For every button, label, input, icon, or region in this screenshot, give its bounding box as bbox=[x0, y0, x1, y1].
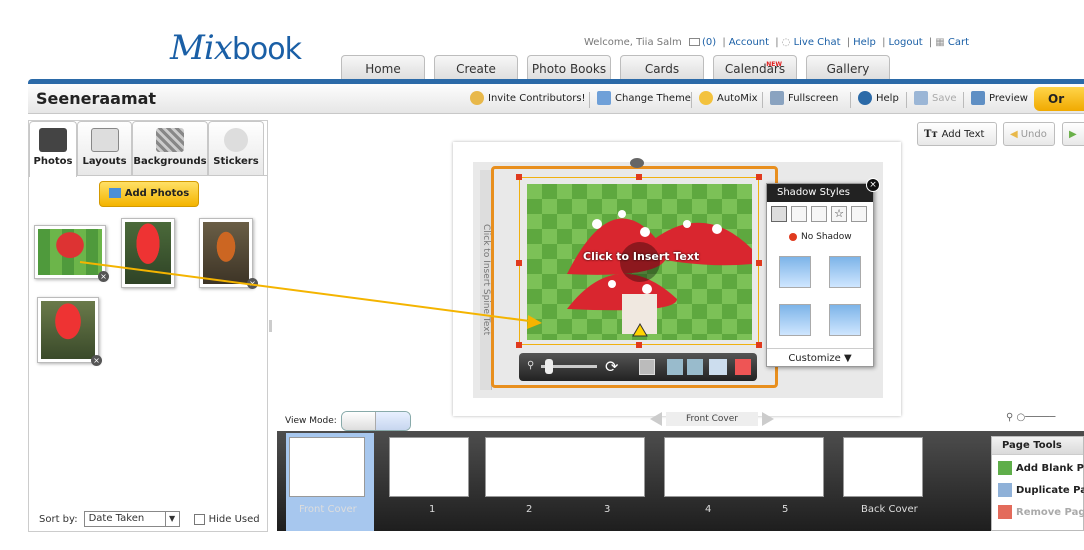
page-label: 5 bbox=[782, 504, 789, 515]
page-thumbnail[interactable] bbox=[485, 437, 645, 497]
page-tools-title: Page Tools bbox=[992, 437, 1083, 455]
remove-page-button[interactable]: Remove Pag bbox=[998, 505, 1084, 519]
page-label: 3 bbox=[604, 504, 611, 515]
view-mode-label: View Mode: bbox=[285, 416, 337, 426]
view-mode: View Mode: bbox=[285, 411, 411, 431]
page-thumbnail[interactable] bbox=[389, 437, 469, 497]
page-label: 1 bbox=[429, 504, 436, 515]
add-page-icon bbox=[998, 461, 1012, 475]
page-label: 2 bbox=[526, 504, 533, 515]
page-label: 4 bbox=[705, 504, 712, 515]
page-label: Back Cover bbox=[861, 504, 918, 515]
page-filmstrip: Front Cover 1 2 3 4 5 Back Cover bbox=[277, 431, 1084, 531]
remove-page-icon bbox=[998, 505, 1012, 519]
current-page-label: Front Cover bbox=[666, 412, 758, 426]
page-thumbnail[interactable] bbox=[664, 437, 824, 497]
previous-page-arrow[interactable] bbox=[650, 412, 662, 426]
page-thumbnail[interactable] bbox=[843, 437, 923, 497]
page-label: Front Cover bbox=[299, 504, 357, 515]
single-page-view-button[interactable] bbox=[341, 412, 376, 430]
page-thumbnail[interactable] bbox=[289, 437, 365, 497]
zoom-out-icon: ⚲ bbox=[1006, 412, 1014, 423]
zoom-control[interactable]: ⚲ ○───── bbox=[1006, 412, 1055, 423]
add-blank-page-button[interactable]: Add Blank P bbox=[998, 461, 1084, 475]
duplicate-icon bbox=[998, 483, 1012, 497]
spread-view-button[interactable] bbox=[375, 412, 410, 430]
page-tools-panel: Page Tools Add Blank P Duplicate Pa Remo… bbox=[991, 436, 1084, 531]
mixbook-editor: Mixbook Welcome, Tiia Salm (0) | Account … bbox=[0, 0, 1084, 550]
duplicate-page-button[interactable]: Duplicate Pa bbox=[998, 483, 1084, 497]
next-page-arrow[interactable] bbox=[762, 412, 774, 426]
